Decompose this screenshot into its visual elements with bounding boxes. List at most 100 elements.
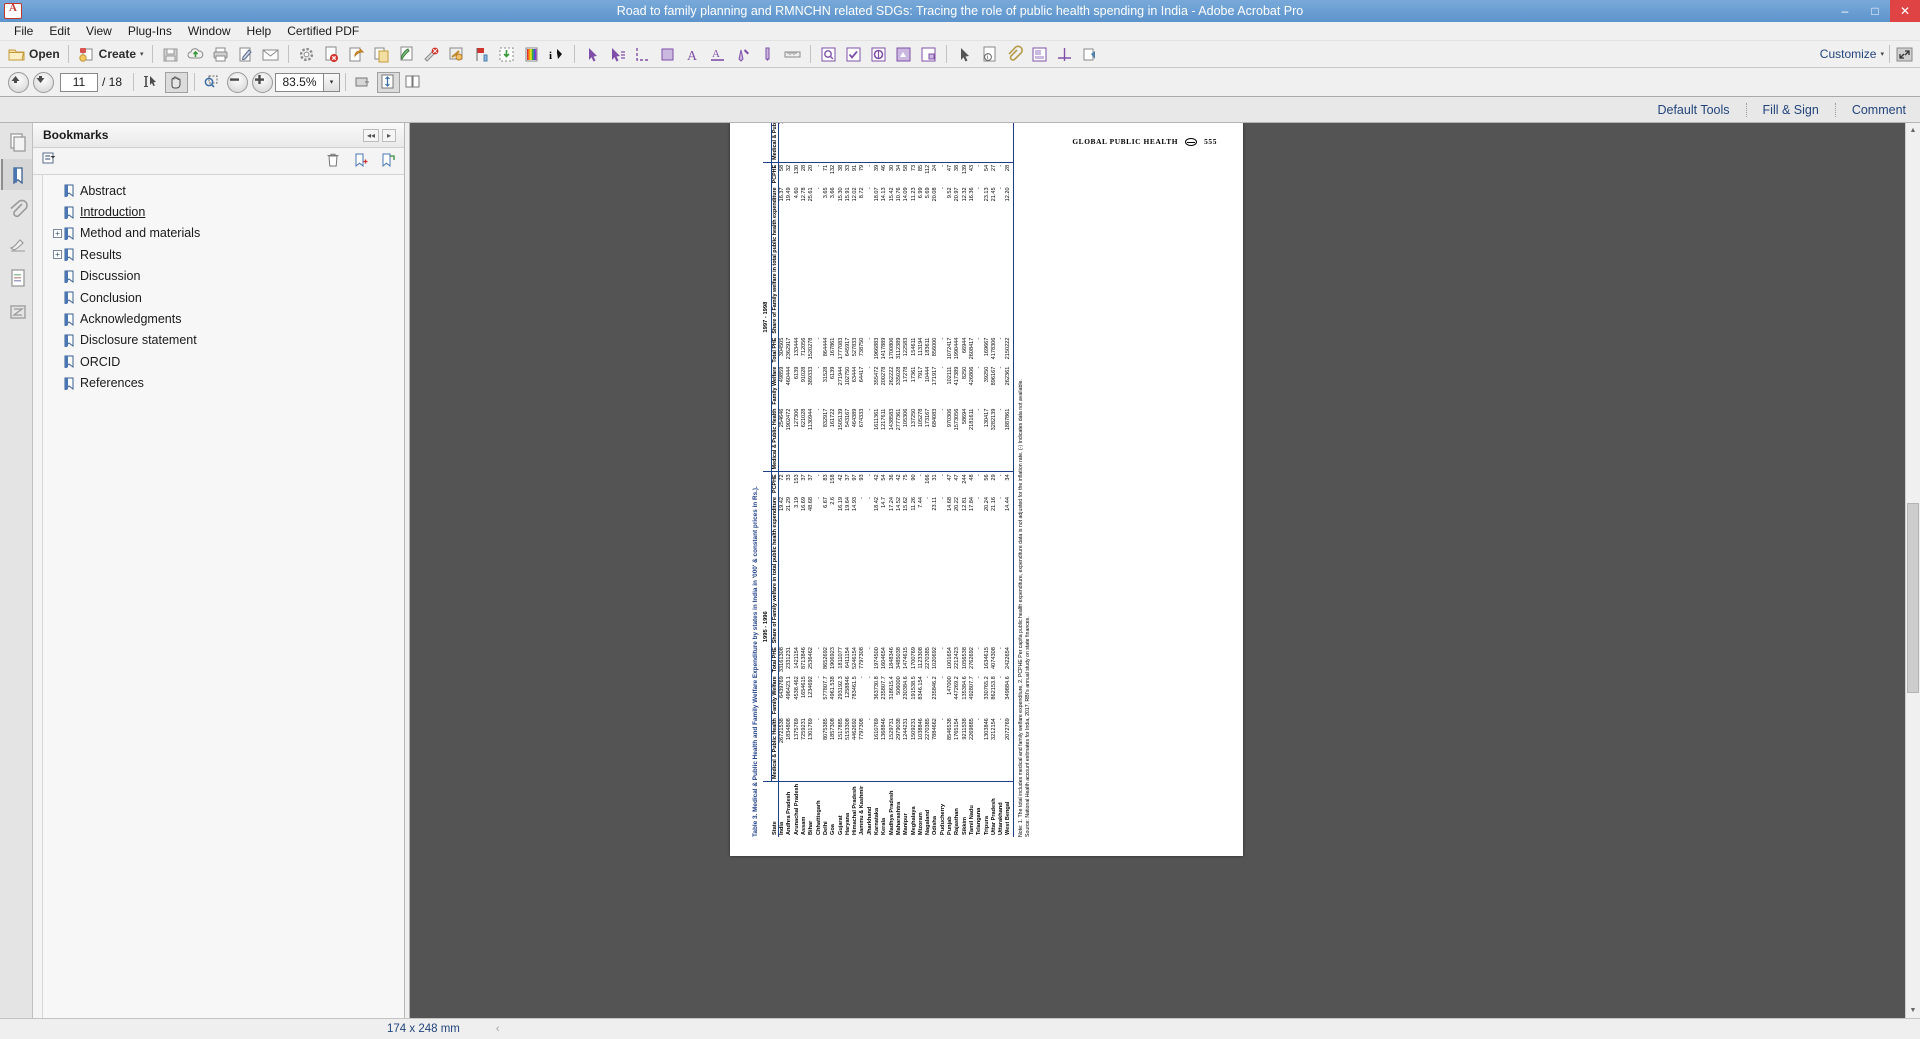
hand-select-button[interactable] — [952, 42, 977, 66]
rail-signatures[interactable] — [1, 227, 32, 258]
expander-icon[interactable]: + — [53, 228, 62, 238]
bookmark-flag-button[interactable] — [469, 42, 494, 66]
fit-width-button[interactable] — [352, 72, 375, 93]
select-tool-button[interactable] — [140, 72, 163, 93]
export-pdf-button[interactable] — [344, 42, 369, 66]
bookmark-item-introduction[interactable]: + Introduction — [43, 201, 404, 222]
certify-button[interactable] — [866, 42, 891, 66]
create-caret-icon[interactable]: ▾ — [140, 50, 144, 58]
redact-button[interactable] — [419, 42, 444, 66]
remove-pages-button[interactable] — [319, 42, 344, 66]
menu-window[interactable]: Window — [180, 23, 239, 39]
marquee-zoom-button[interactable] — [201, 72, 224, 93]
stamp-button[interactable] — [444, 42, 469, 66]
touchup-text-button[interactable]: i — [544, 42, 569, 66]
menu-file[interactable]: File — [6, 23, 41, 39]
bookmark-item-method-and-materials[interactable]: + Method and materials — [43, 223, 404, 244]
trash-icon[interactable] — [325, 152, 344, 171]
menu-edit[interactable]: Edit — [41, 23, 78, 39]
fit-page-button[interactable] — [377, 71, 401, 93]
bookmark-item-orcid[interactable]: + ORCID — [43, 351, 404, 372]
menu-help[interactable]: Help — [239, 23, 280, 39]
hand-tool-button[interactable] — [165, 71, 189, 93]
tab-comment[interactable]: Comment — [1836, 103, 1906, 117]
add-text-button[interactable]: A — [680, 42, 705, 66]
create-button[interactable]: Create ▾ — [74, 42, 147, 66]
scroll-up-arrow-icon[interactable]: ▲ — [1906, 123, 1920, 138]
customize-label[interactable]: Customize — [1820, 47, 1877, 61]
rail-attachments[interactable] — [1, 193, 32, 224]
combine-files-button[interactable] — [369, 42, 394, 66]
pen-button[interactable] — [730, 42, 755, 66]
crop-marks-button[interactable] — [1052, 42, 1077, 66]
scroll-thumb[interactable] — [1907, 503, 1919, 693]
bookmark-item-conclusion[interactable]: + Conclusion — [43, 287, 404, 308]
expand-current-bookmark-icon[interactable] — [379, 152, 398, 171]
preflight-button[interactable] — [816, 42, 841, 66]
upload-button[interactable] — [183, 42, 208, 66]
portfolio-button[interactable] — [916, 42, 941, 66]
panel-nav-next-button[interactable]: ▸ — [381, 128, 396, 142]
background-button[interactable] — [655, 42, 680, 66]
pencil-button[interactable] — [755, 42, 780, 66]
panel-nav-prev-button[interactable]: ◂◂ — [362, 128, 379, 142]
bookmark-item-abstract[interactable]: + Abstract — [43, 180, 404, 201]
sign-button[interactable] — [233, 42, 258, 66]
document-vertical-scrollbar[interactable]: ▲ ▼ — [1905, 123, 1920, 1018]
next-page-button[interactable] — [33, 71, 54, 93]
two-page-view-button[interactable] — [402, 72, 425, 93]
page-number-input[interactable]: 11 — [60, 72, 98, 92]
pdf-page[interactable]: GLOBAL PUBLIC HEALTH 555 Table 3. Medica… — [730, 123, 1243, 856]
fullscreen-icon[interactable] — [1895, 45, 1914, 64]
select-object-button[interactable] — [580, 42, 605, 66]
email-button[interactable] — [258, 42, 283, 66]
watermark-button[interactable] — [494, 42, 519, 66]
document-viewport[interactable]: GLOBAL PUBLIC HEALTH 555 Table 3. Medica… — [410, 123, 1920, 1018]
menu-view[interactable]: View — [78, 23, 120, 39]
rail-content[interactable] — [1, 261, 32, 292]
print-button[interactable] — [208, 42, 233, 66]
save-form-button[interactable] — [1027, 42, 1052, 66]
bookmark-item-disclosure-statement[interactable]: + Disclosure statement — [43, 330, 404, 351]
close-button[interactable]: ✕ — [1890, 0, 1920, 22]
info-button[interactable]: i — [977, 42, 1002, 66]
edit-text-button[interactable]: A — [705, 42, 730, 66]
color-bar-button[interactable] — [519, 42, 544, 66]
zoom-dropdown-button[interactable]: ▾ — [323, 72, 341, 92]
open-button[interactable]: Open — [4, 42, 63, 66]
collapse-chevron-icon[interactable]: ‹ — [496, 1023, 500, 1035]
zoom-out-button[interactable] — [227, 71, 249, 93]
zoom-in-button[interactable] — [252, 71, 274, 93]
previous-page-button[interactable] — [8, 71, 29, 93]
bookmark-options-icon[interactable] — [42, 152, 61, 171]
new-bookmark-icon[interactable] — [352, 152, 371, 171]
tab-fill-and-sign[interactable]: Fill & Sign — [1747, 102, 1836, 117]
bookmark-item-results[interactable]: + Results — [43, 244, 404, 265]
zoom-level-input[interactable]: 83.5% — [275, 72, 324, 92]
minimize-button[interactable]: – — [1830, 0, 1860, 22]
attach-button[interactable] — [1002, 42, 1027, 66]
measure-button[interactable] — [780, 42, 805, 66]
rail-tags[interactable] — [1, 295, 32, 326]
crop-button[interactable] — [630, 42, 655, 66]
bookmark-item-discussion[interactable]: + Discussion — [43, 266, 404, 287]
cleanup-button[interactable] — [1077, 42, 1102, 66]
scroll-down-arrow-icon[interactable]: ▼ — [1906, 1003, 1920, 1018]
bookmark-item-references[interactable]: + References — [43, 373, 404, 394]
maximize-button[interactable]: □ — [1860, 0, 1890, 22]
bookmark-item-acknowledgments[interactable]: + Acknowledgments — [43, 308, 404, 329]
tab-default-tools[interactable]: Default Tools — [1641, 102, 1747, 117]
expander-icon[interactable]: + — [53, 250, 62, 260]
highlight-button[interactable] — [394, 42, 419, 66]
settings-button[interactable] — [294, 42, 319, 66]
menu-certified-pdf[interactable]: Certified PDF — [279, 23, 367, 39]
compare-button[interactable] — [891, 42, 916, 66]
bookmarks-list[interactable]: + Abstract + Introduction + Method and m… — [42, 175, 404, 1018]
save-button[interactable] — [158, 42, 183, 66]
customize-caret-icon[interactable]: ▾ — [1880, 50, 1884, 58]
rail-bookmarks[interactable] — [0, 159, 32, 190]
rail-page-thumbnails[interactable] — [1, 125, 32, 156]
select-text-button[interactable] — [605, 42, 630, 66]
menu-plugins[interactable]: Plug-Ins — [120, 23, 180, 39]
check-button[interactable] — [841, 42, 866, 66]
